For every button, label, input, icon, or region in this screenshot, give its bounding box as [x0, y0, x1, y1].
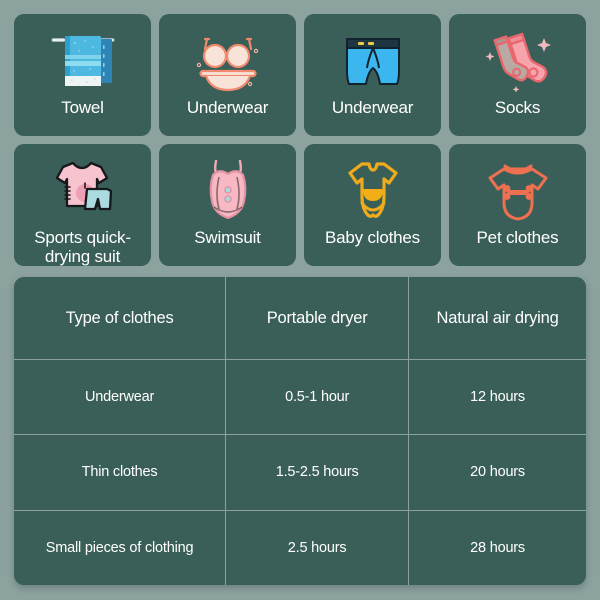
- table-header-row: Type of clothes Portable dryer Natural a…: [14, 277, 586, 360]
- category-card-socks[interactable]: Socks: [449, 14, 586, 136]
- category-label: Socks: [494, 98, 541, 117]
- cell-clothing-type: Underwear: [14, 358, 226, 435]
- category-card-swimsuit[interactable]: Swimsuit: [159, 144, 296, 266]
- swimsuit-icon: [163, 154, 292, 226]
- category-label: Underwear: [186, 98, 269, 117]
- cell-air-drying-time: 28 hours: [408, 509, 586, 585]
- bra-and-panties-icon: [163, 24, 292, 96]
- infographic-root: Towel Underwear Underwear Socks Sports q…: [0, 0, 600, 600]
- cell-air-drying-time: 12 hours: [408, 358, 586, 435]
- category-card-underwear-bra[interactable]: Underwear: [159, 14, 296, 136]
- category-card-towel[interactable]: Towel: [14, 14, 151, 136]
- boxer-briefs-icon: [308, 24, 437, 96]
- column-header-type: Type of clothes: [65, 308, 174, 327]
- towel-icon: [18, 24, 147, 96]
- socks-icon: [453, 24, 582, 96]
- table-row: Underwear 0.5-1 hour 12 hours: [14, 358, 586, 435]
- table-row: Small pieces of clothing 2.5 hours 28 ho…: [14, 509, 586, 585]
- category-label: Towel: [61, 98, 104, 117]
- category-card-baby-clothes[interactable]: Baby clothes: [304, 144, 441, 266]
- column-header-natural-air-drying: Natural air drying: [408, 277, 586, 360]
- category-label: Sports quick- drying suit: [34, 228, 131, 266]
- category-card-pet-clothes[interactable]: Pet clothes: [449, 144, 586, 266]
- category-label: Swimsuit: [194, 228, 261, 247]
- category-card-grid: Towel Underwear Underwear Socks Sports q…: [14, 14, 586, 266]
- cell-clothing-type: Thin clothes: [14, 434, 226, 511]
- column-header-portable-dryer: Portable dryer: [225, 277, 409, 360]
- baby-onesie-icon: [308, 154, 437, 226]
- drying-time-table-panel: Type of clothes Portable dryer Natural a…: [14, 277, 586, 585]
- category-label: Baby clothes: [325, 228, 420, 247]
- sports-suit-icon: [18, 154, 147, 226]
- category-label: Pet clothes: [476, 228, 559, 247]
- table-row: Thin clothes 1.5-2.5 hours 20 hours: [14, 434, 586, 511]
- category-card-underwear-boxers[interactable]: Underwear: [304, 14, 441, 136]
- cell-portable-dryer-time: 0.5-1 hour: [225, 358, 409, 435]
- drying-time-table: Type of clothes Portable dryer Natural a…: [14, 277, 586, 585]
- cell-portable-dryer-time: 1.5-2.5 hours: [225, 434, 409, 511]
- cell-air-drying-time: 20 hours: [408, 434, 586, 511]
- cell-clothing-type: Small pieces of clothing: [14, 509, 226, 585]
- cell-portable-dryer-time: 2.5 hours: [225, 509, 409, 585]
- category-card-sports-suit[interactable]: Sports quick- drying suit: [14, 144, 151, 266]
- pet-shirt-icon: [453, 154, 582, 226]
- category-label: Underwear: [331, 98, 414, 117]
